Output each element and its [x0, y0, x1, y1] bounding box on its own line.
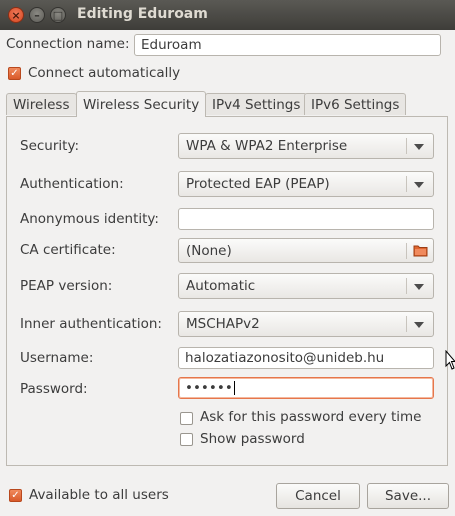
anonymous-identity-field[interactable] — [178, 208, 434, 230]
username-label: Username: — [20, 350, 94, 366]
ask-password-checkbox[interactable] — [180, 412, 193, 425]
peap-version-label: PEAP version: — [20, 278, 113, 294]
save-button[interactable]: Save... — [367, 483, 449, 509]
connection-name-field[interactable]: Eduroam — [134, 34, 441, 56]
security-label: Security: — [20, 138, 80, 154]
password-value: •••••• — [185, 380, 233, 396]
maximize-icon[interactable]: □ — [50, 7, 66, 23]
chevron-down-icon — [414, 144, 424, 150]
anonymous-identity-label: Anonymous identity: — [20, 211, 159, 227]
available-to-all-users-checkbox[interactable]: ✓ — [9, 489, 22, 502]
inner-authentication-combo[interactable]: MSCHAPv2 — [178, 311, 434, 337]
ca-certificate-value: (None) — [186, 243, 232, 259]
peap-version-combo[interactable]: Automatic — [178, 273, 434, 299]
security-combo[interactable]: WPA & WPA2 Enterprise — [178, 133, 434, 159]
password-label: Password: — [20, 381, 88, 397]
ca-certificate-label: CA certificate: — [20, 242, 116, 258]
security-value: WPA & WPA2 Enterprise — [186, 138, 348, 154]
chevron-down-icon — [414, 182, 424, 188]
close-icon[interactable]: × — [8, 7, 24, 23]
tab-wireless-security[interactable]: Wireless Security — [76, 91, 207, 117]
peap-version-value: Automatic — [186, 278, 256, 294]
available-to-all-users-label: Available to all users — [29, 487, 169, 503]
chevron-down-icon — [414, 284, 424, 290]
folder-icon — [413, 245, 428, 257]
window-titlebar: × – □ Editing Eduroam — [0, 0, 455, 30]
ca-certificate-chooser[interactable]: (None) — [178, 238, 434, 263]
tab-ipv4-settings[interactable]: IPv4 Settings — [205, 93, 308, 115]
minimize-icon[interactable]: – — [29, 7, 45, 23]
authentication-label: Authentication: — [20, 176, 124, 192]
tab-wireless[interactable]: Wireless — [6, 93, 77, 115]
ask-password-label: Ask for this password every time — [200, 409, 422, 425]
connect-automatically-label: Connect automatically — [28, 65, 181, 81]
authentication-value: Protected EAP (PEAP) — [186, 176, 330, 192]
text-cursor — [233, 381, 235, 395]
connect-automatically-checkbox[interactable]: ✓ — [8, 67, 21, 80]
password-field[interactable]: •••••• — [178, 377, 434, 399]
show-password-checkbox[interactable] — [180, 433, 193, 446]
tab-ipv6-settings[interactable]: IPv6 Settings — [304, 93, 407, 115]
cancel-button[interactable]: Cancel — [276, 483, 360, 509]
chevron-down-icon — [414, 322, 424, 328]
connection-name-label: Connection name: — [6, 36, 130, 52]
window-title: Editing Eduroam — [77, 6, 208, 22]
inner-authentication-label: Inner authentication: — [20, 316, 162, 332]
inner-authentication-value: MSCHAPv2 — [186, 316, 260, 332]
mouse-cursor-icon — [445, 350, 455, 370]
username-field[interactable]: halozatiazonosito@unideb.hu — [178, 347, 434, 369]
show-password-label: Show password — [200, 431, 305, 447]
authentication-combo[interactable]: Protected EAP (PEAP) — [178, 171, 434, 197]
